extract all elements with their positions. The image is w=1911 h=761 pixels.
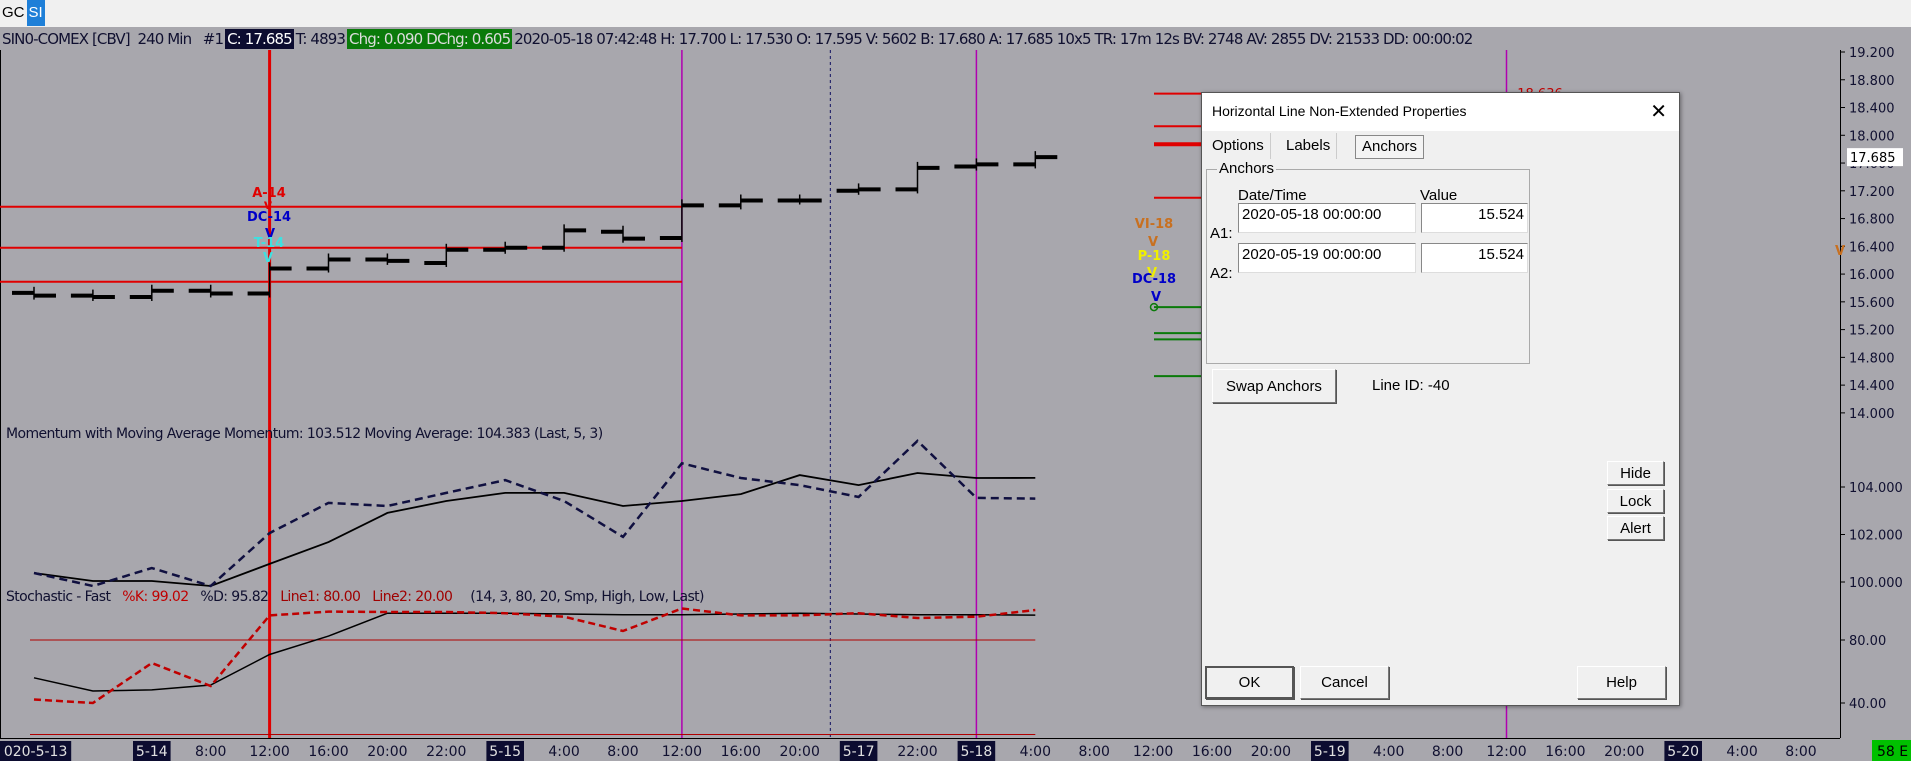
time-axis-label: 22:00: [897, 744, 937, 760]
stochastic-panel-label: Stochastic - Fast %K: 99.02 %D: 95.82 Li…: [6, 589, 704, 605]
stoch-line1: Line1: 80.00: [280, 589, 360, 605]
time-axis-label: 20:00: [367, 744, 407, 760]
close-icon[interactable]: ✕: [1650, 99, 1667, 124]
status-badge: 58 E: [1877, 744, 1908, 760]
price-axis-label: 14.800: [1849, 351, 1895, 366]
annotation-vi18-marker: V: [1148, 235, 1158, 250]
dialog-titlebar[interactable]: Horizontal Line Non-Extended Properties …: [1202, 93, 1679, 131]
annotation-dc14: DC-14: [247, 210, 291, 225]
price-axis-label: 14.000: [1849, 407, 1895, 422]
tab-options[interactable]: Options: [1206, 133, 1271, 159]
header-close: C: 17.685: [225, 29, 294, 49]
header-ticks: T: 4893: [295, 30, 346, 48]
price-axis-label: 14.400: [1849, 379, 1895, 394]
last-price-label: 17.685: [1850, 151, 1896, 166]
time-axis-label: 4:00: [548, 744, 579, 760]
line-id: Line ID: -40: [1372, 377, 1450, 394]
time-axis-label: 12:00: [249, 744, 289, 760]
time-axis-label: 4:00: [1020, 744, 1051, 760]
momentum-axis-label: 100.000: [1849, 576, 1903, 591]
time-axis-label: 20:00: [780, 744, 820, 760]
price-axis-label: 15.200: [1849, 324, 1895, 339]
time-axis-label: 5-15: [489, 744, 521, 760]
price-axis-label: 16.000: [1849, 268, 1895, 283]
time-axis-label: 22:00: [426, 744, 466, 760]
time-axis-label: 16:00: [721, 744, 761, 760]
momentum-axis-label: 104.000: [1849, 481, 1903, 496]
header-symbol: SIN0-COMEX [CBV] 240 Min #1: [2, 30, 224, 48]
time-axis-label: 12:00: [1486, 744, 1526, 760]
price-axis-label: 18.000: [1849, 129, 1895, 144]
time-axis-label: 5-17: [843, 744, 875, 760]
annotation-edge-orange: V: [1835, 244, 1845, 259]
hide-button[interactable]: Hide: [1607, 461, 1664, 485]
time-axis-label: 20:00: [1604, 744, 1644, 760]
header-daily-change: DChg: 0.605: [424, 29, 513, 49]
time-axis-label: 20:00: [1251, 744, 1291, 760]
annotation-dc18-marker: V: [1151, 290, 1161, 305]
header-change: Chg: 0.090: [347, 29, 425, 49]
price-axis-label: 19.200: [1849, 46, 1895, 61]
stoch-title: Stochastic - Fast: [6, 589, 111, 605]
anchors-group-title: Anchors: [1217, 160, 1277, 177]
price-axis-label: 17.200: [1849, 185, 1895, 200]
stoch-params: (14, 3, 80, 20, Smp, High, Low, Last): [470, 589, 704, 605]
time-axis-label: 5-18: [961, 744, 993, 760]
value-column-header: Value: [1420, 187, 1458, 204]
a1-datetime-input[interactable]: 2020-05-18 00:00:00: [1238, 203, 1416, 233]
time-axis-label: 12:00: [662, 744, 702, 760]
time-axis-label: 4:00: [1373, 744, 1404, 760]
annotation-dc18: DC-18: [1132, 272, 1176, 287]
annotation-vi18: VI-18: [1135, 217, 1173, 232]
stoch-line2: Line2: 20.00: [372, 589, 452, 605]
stoch-axis-label: 40.00: [1849, 697, 1886, 712]
time-axis-label: 16:00: [1192, 744, 1232, 760]
time-axis-label: 8:00: [1078, 744, 1109, 760]
price-axis-label: 16.800: [1849, 213, 1895, 228]
time-axis-label: 16:00: [308, 744, 348, 760]
time-axis-label: 8:00: [1432, 744, 1463, 760]
quote-header: SIN0-COMEX [CBV] 240 Min #1 C: 17.685 T:…: [0, 28, 1840, 50]
a2-label: A2:: [1210, 265, 1233, 282]
time-axis-label: 16:00: [1545, 744, 1585, 760]
stoch-d-value: %D: 95.82: [200, 589, 268, 605]
momentum-axis-label: 102.000: [1849, 529, 1903, 544]
dialog-title: Horizontal Line Non-Extended Properties: [1212, 103, 1467, 119]
time-axis-label: 4:00: [1726, 744, 1757, 760]
swap-anchors-button[interactable]: Swap Anchors: [1212, 369, 1336, 403]
time-axis-label: 12:00: [1133, 744, 1173, 760]
price-axis-label: 18.400: [1849, 102, 1895, 117]
header-details: 2020-05-18 07:42:48 H: 17.700 L: 17.530 …: [514, 30, 1473, 48]
a2-value-input[interactable]: 15.524: [1421, 243, 1528, 273]
ok-button[interactable]: OK: [1205, 666, 1294, 699]
price-axis-label: 18.800: [1849, 74, 1895, 89]
a2-datetime-input[interactable]: 2020-05-19 00:00:00: [1238, 243, 1416, 273]
time-axis-label: 8:00: [195, 744, 226, 760]
anchors-group: Anchors Date/Time Value A1: 2020-05-18 0…: [1206, 160, 1530, 364]
alert-button[interactable]: Alert: [1607, 516, 1664, 540]
cancel-button[interactable]: Cancel: [1300, 666, 1389, 699]
price-axis-label: 16.400: [1849, 240, 1895, 255]
stoch-k-value: %K: 99.02: [122, 589, 188, 605]
annotation-p18: P-18: [1138, 249, 1171, 264]
stoch-axis-label: 80.00: [1849, 634, 1886, 649]
help-button[interactable]: Help: [1577, 666, 1666, 699]
time-axis-label: 5-19: [1314, 744, 1346, 760]
time-axis-label: 8:00: [1785, 744, 1816, 760]
a1-value-input[interactable]: 15.524: [1421, 203, 1528, 233]
annotation-t14-marker: V: [263, 251, 273, 266]
a1-label: A1:: [1210, 225, 1233, 242]
price-axis-label: 15.600: [1849, 296, 1895, 311]
time-axis-label: 5-14: [136, 744, 168, 760]
horizontal-line-properties-dialog: Horizontal Line Non-Extended Properties …: [1201, 92, 1680, 706]
annotation-t14: T-14: [254, 236, 284, 251]
time-axis-label: 5-20: [1667, 744, 1699, 760]
lock-button[interactable]: Lock: [1607, 489, 1664, 513]
datetime-column-header: Date/Time: [1238, 187, 1307, 204]
tab-anchors[interactable]: Anchors: [1355, 135, 1425, 159]
tab-labels[interactable]: Labels: [1280, 133, 1338, 159]
momentum-panel-label: Momentum with Moving Average Momentum: 1…: [6, 426, 603, 442]
time-axis-label: 020-5-13: [4, 744, 68, 760]
time-axis-label: 8:00: [607, 744, 638, 760]
